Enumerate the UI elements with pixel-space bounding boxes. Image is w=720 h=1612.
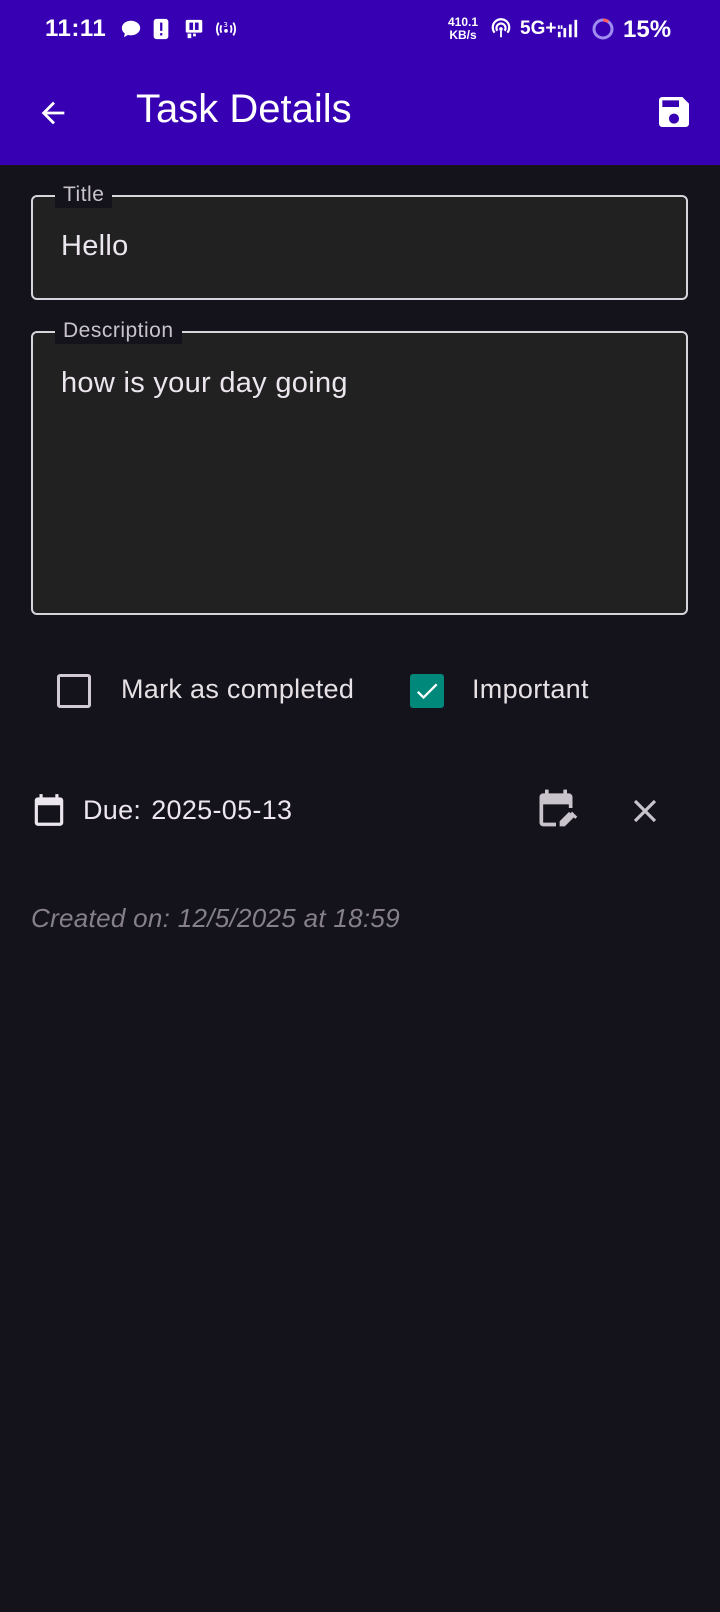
clear-due-date-button[interactable] bbox=[622, 788, 668, 834]
calendar-icon bbox=[34, 794, 64, 826]
due-label: Due: bbox=[83, 795, 142, 825]
signal-bars-icon bbox=[557, 19, 578, 38]
network-type: 5G+ bbox=[520, 18, 557, 39]
due-text: Due: 2025-05-13 bbox=[83, 795, 292, 826]
wireless-3-icon: 3 bbox=[215, 20, 237, 36]
status-bar: 11:11 3 410.1 KB/s 5G+ 15% bbox=[0, 0, 720, 62]
important-label: Important bbox=[472, 674, 589, 704]
important-checkbox-row[interactable]: Important bbox=[410, 668, 610, 714]
status-time: 11:11 bbox=[45, 15, 107, 42]
title-field-value[interactable]: Hello bbox=[61, 230, 129, 263]
net-speed-unit: KB/s bbox=[449, 28, 477, 42]
app-bar: Task Details bbox=[0, 62, 720, 165]
description-field-label: Description bbox=[55, 318, 182, 344]
alert-icon bbox=[153, 18, 169, 40]
close-icon bbox=[633, 799, 657, 823]
description-field[interactable]: Description how is your day going bbox=[31, 318, 688, 615]
due-value: 2025-05-13 bbox=[151, 795, 293, 825]
svg-text:3: 3 bbox=[223, 20, 228, 29]
due-date-row: Due: 2025-05-13 bbox=[0, 786, 720, 840]
save-button[interactable] bbox=[650, 88, 698, 136]
description-field-value[interactable]: how is your day going bbox=[61, 367, 348, 400]
edit-due-date-button[interactable] bbox=[534, 786, 582, 834]
net-speed: 410.1 KB/s bbox=[448, 16, 478, 42]
screen-cast-icon bbox=[185, 19, 203, 39]
back-button[interactable] bbox=[30, 90, 76, 136]
completed-checkbox-row[interactable]: Mark as completed bbox=[57, 668, 377, 714]
completed-checkbox[interactable] bbox=[57, 674, 91, 708]
battery-percent: 15% bbox=[623, 16, 672, 43]
chat-bubble-icon bbox=[121, 20, 141, 38]
page-title: Task Details bbox=[136, 87, 352, 131]
save-icon bbox=[659, 97, 689, 127]
arrow-back-icon bbox=[41, 101, 65, 125]
check-icon bbox=[416, 683, 438, 700]
edit-calendar-icon bbox=[539, 789, 578, 827]
important-checkbox[interactable] bbox=[410, 674, 444, 708]
hotspot-icon bbox=[491, 18, 511, 38]
title-field-label: Title bbox=[55, 182, 113, 208]
completed-label: Mark as completed bbox=[121, 674, 355, 704]
created-on-text: Created on: 12/5/2025 at 18:59 bbox=[31, 903, 400, 933]
title-field[interactable]: Title Hello bbox=[31, 182, 688, 300]
battery-ring-icon bbox=[592, 18, 614, 40]
